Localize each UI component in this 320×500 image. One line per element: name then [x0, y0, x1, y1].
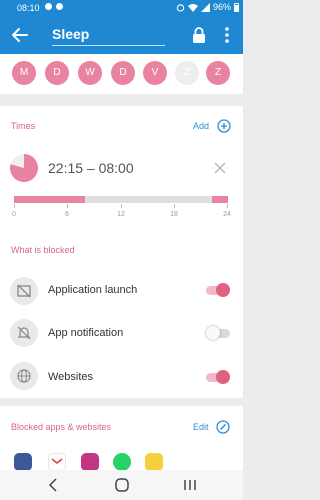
day-toggle[interactable]: Z — [206, 61, 230, 85]
battery-icon — [234, 2, 239, 12]
facebook-icon[interactable] — [14, 453, 32, 471]
more-options-icon[interactable] — [224, 26, 230, 44]
blocked-item-label: Application launch — [48, 284, 138, 296]
day-toggle[interactable]: D — [111, 61, 135, 85]
gmail-icon[interactable] — [48, 453, 66, 471]
timeline-tick — [121, 204, 122, 208]
timeline-segment — [212, 196, 228, 203]
app-launch-toggle[interactable] — [206, 283, 230, 297]
times-section-title: Times — [11, 121, 36, 131]
back-arrow-icon[interactable] — [8, 23, 30, 47]
notification-icon — [56, 3, 63, 10]
whatsapp-icon[interactable] — [113, 453, 131, 471]
timeline-tick — [174, 204, 175, 208]
timeline-tick — [227, 204, 228, 208]
timeline-bar — [14, 196, 228, 203]
blocked-apps-card: Blocked apps & websites Edit — [0, 406, 243, 471]
close-icon[interactable] — [214, 162, 226, 174]
timeline-label: 0 — [12, 211, 16, 218]
nav-recents-icon[interactable] — [183, 478, 197, 492]
status-time: 08:10 — [17, 3, 40, 13]
timeline-label: 6 — [65, 211, 69, 218]
day-toggle[interactable]: Z — [175, 61, 199, 85]
battery-percent: 96% — [212, 2, 231, 12]
add-circle-icon[interactable] — [217, 119, 231, 133]
day-toggle[interactable]: M — [12, 61, 36, 85]
days-selector: M D W D V Z Z — [0, 54, 243, 94]
timeline-segment — [14, 196, 86, 203]
timeline-label: 12 — [117, 211, 125, 218]
times-card: Times Add 22:15 – 08:00 0 6 12 18 24 — [0, 106, 243, 244]
lock-icon[interactable] — [192, 26, 206, 44]
globe-icon — [10, 362, 38, 390]
nav-home-icon[interactable] — [115, 478, 129, 492]
wifi-icon — [187, 3, 198, 12]
profile-name-field[interactable]: Sleep — [52, 24, 165, 46]
edit-apps-button[interactable]: Edit — [193, 422, 209, 432]
app-launch-icon — [10, 277, 38, 305]
spotify-icon — [45, 3, 52, 10]
what-is-blocked-card: What is blocked Application launch App n… — [0, 238, 243, 398]
timeline-tick — [14, 204, 15, 208]
instagram-icon[interactable] — [81, 453, 99, 471]
app-icon[interactable] — [145, 453, 163, 471]
timeline-label: 18 — [170, 211, 178, 218]
websites-toggle[interactable] — [206, 370, 230, 384]
time-pie-icon — [10, 154, 39, 182]
system-nav-bar — [0, 470, 243, 500]
alarm-icon — [176, 3, 185, 12]
blocked-item-label: App notification — [48, 327, 124, 339]
day-toggle[interactable]: V — [143, 61, 167, 85]
day-toggle[interactable]: W — [78, 61, 102, 85]
signal-icon — [200, 2, 210, 12]
timeline-label: 24 — [223, 211, 231, 218]
nav-back-icon[interactable] — [48, 478, 58, 492]
day-toggle[interactable]: D — [45, 61, 69, 85]
edit-pencil-icon[interactable] — [216, 420, 230, 434]
page-title: Sleep — [52, 26, 90, 42]
blocked-section-title: What is blocked — [11, 245, 75, 255]
add-time-button[interactable]: Add — [193, 121, 209, 131]
status-bar: 08:10 96% — [0, 0, 243, 16]
app-bar: Sleep — [0, 16, 243, 54]
time-range[interactable]: 22:15 – 08:00 — [48, 160, 134, 176]
app-notification-toggle[interactable] — [206, 326, 230, 340]
timeline-tick — [67, 204, 68, 208]
blocked-item-label: Websites — [48, 371, 94, 383]
blocked-apps-title: Blocked apps & websites — [11, 422, 112, 432]
bell-off-icon — [10, 319, 38, 347]
